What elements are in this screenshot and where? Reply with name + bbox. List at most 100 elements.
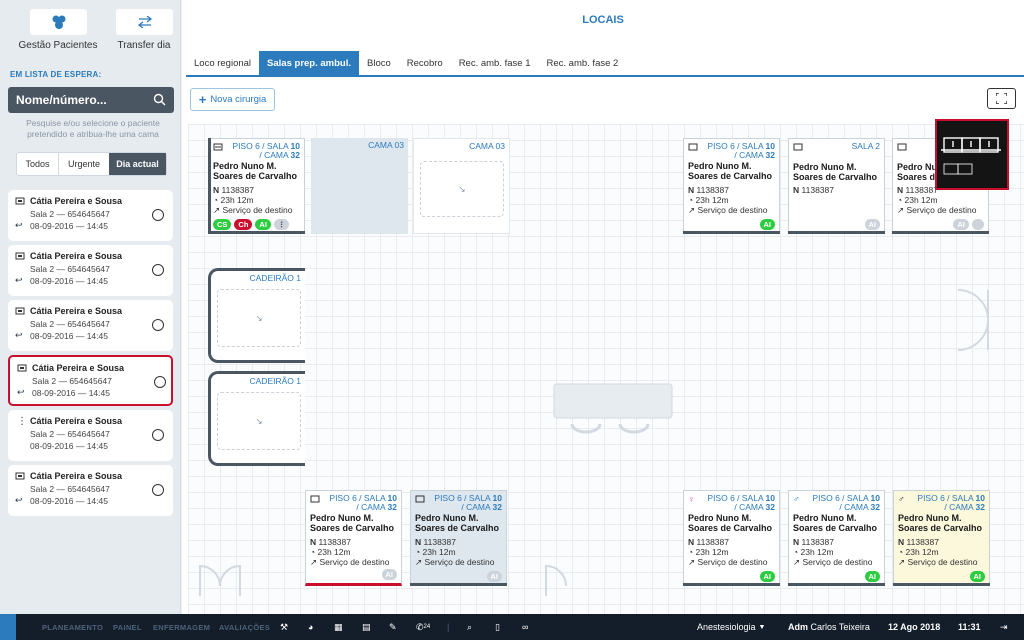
floor-plan: PISO 6 / SALA 10 / CAMA 32 Pedro Nuno M.… [188, 124, 1024, 614]
bed-icon [897, 143, 907, 151]
drop-zone[interactable]: ↘ [420, 161, 504, 217]
time-value: 23h 12m [695, 547, 729, 557]
transfer-dia-label: Transfer dia [117, 40, 171, 51]
reply-icon[interactable]: ↩ [15, 495, 23, 506]
nav-painel[interactable]: PAINEL [113, 614, 142, 640]
number-value: 1138387 [801, 537, 834, 547]
chart-pie-icon[interactable]: ◕ [308, 614, 313, 640]
filter-dia-actual[interactable]: Dia actual [109, 153, 166, 175]
link-icon[interactable]: ∞ [522, 614, 528, 640]
nav-planeamento[interactable]: PLANEAMENTO [42, 614, 103, 640]
tab-recobro[interactable]: Recobro [399, 51, 451, 75]
bed-card[interactable]: PISO 6 / SALA 10 / CAMA 32 Pedro Nuno M.… [208, 138, 305, 234]
drop-zone[interactable]: ↘ [217, 392, 301, 450]
waiting-patient-card[interactable]: ↩ Cátia Pereira e Sousa Sala 2 — 654645647… [8, 300, 173, 351]
select-radio[interactable] [152, 319, 164, 331]
nova-cirurgia-button[interactable]: + Nova cirurgia [190, 88, 275, 111]
destination: ↗ Serviço de destino [688, 205, 767, 216]
patient-name: Pedro Nuno M. Soares de Carvalho [898, 513, 983, 533]
tab-rec-amb-fase-1[interactable]: Rec. amb. fase 1 [451, 51, 539, 75]
select-radio[interactable] [152, 429, 164, 441]
wrench-icon[interactable]: ⚒ [280, 614, 288, 640]
bed-card[interactable]: PISO 6 / SALA 10 / CAMA 32 Pedro Nuno M.… [305, 490, 402, 586]
department-select[interactable]: Anestesiologia ▼ [697, 614, 765, 640]
reply-icon[interactable]: ↩ [15, 275, 23, 286]
bed-icon [15, 197, 25, 205]
elapsed-time: ◔ 23h 12m [415, 547, 456, 557]
bed-card[interactable]: ♂ PISO 6 / SALA 10 / CAMA 32 Pedro Nuno … [788, 490, 885, 586]
arrow-icon: ↗ [213, 205, 221, 215]
filter-urgente[interactable]: Urgente [59, 153, 109, 175]
chair-slot[interactable]: CADEIRÃO 1 ↘ [208, 268, 305, 363]
search-icon[interactable]: ⌕ [467, 614, 472, 640]
pill-ai: AI [486, 571, 502, 582]
bed-empty[interactable]: CAMA 03 [311, 138, 408, 234]
bed-empty[interactable]: CAMA 03 ↘ [413, 138, 510, 234]
more-pill[interactable] [971, 219, 984, 230]
n-label: N [688, 185, 695, 195]
nav-enfermagem[interactable]: ENFERMAGEM [153, 614, 210, 640]
clock-icon: ◔ [415, 547, 421, 557]
calendar-grid-icon[interactable]: ▤ [362, 614, 371, 640]
floor-minimap[interactable] [935, 119, 1009, 190]
bed-card[interactable]: SALA 2 Pedro Nuno M. Soares de Carvalho … [788, 138, 885, 234]
patient-room: Sala 2 — 654645647 [30, 319, 110, 329]
reply-icon[interactable]: ↩ [17, 387, 25, 398]
bed-location: PISO 6 / SALA 10 / CAMA 32 [808, 494, 880, 512]
patient-date: 08-09-2016 — 14:45 [30, 441, 108, 451]
calendar-icon[interactable]: ▦ [334, 614, 343, 640]
pill-cs: CS [213, 219, 232, 230]
select-radio[interactable] [152, 264, 164, 276]
pill-ai: AI [953, 219, 969, 230]
pdf-icon[interactable]: ▯ [495, 614, 500, 640]
logout-icon[interactable]: ⇥ [1000, 614, 1008, 640]
fullscreen-button[interactable] [987, 88, 1016, 109]
waiting-patient-card[interactable]: ↩ Cátia Pereira e Sousa Sala 2 — 654645647… [8, 245, 173, 296]
tab-rec-amb-fase-2[interactable]: Rec. amb. fase 2 [539, 51, 627, 75]
tab-loco-regional[interactable]: Loco regional [186, 51, 259, 75]
search-icon[interactable] [153, 93, 166, 106]
filter-todos[interactable]: Todos [17, 153, 59, 175]
select-radio[interactable] [152, 209, 164, 221]
phone-icon[interactable]: ✆ 24 [416, 614, 430, 640]
select-radio[interactable] [152, 484, 164, 496]
drop-zone[interactable]: ↘ [217, 289, 301, 347]
n-label: N [415, 537, 422, 547]
transfer-dia-button[interactable] [116, 9, 173, 35]
bed-card[interactable]: PISO 6 / SALA 10 / CAMA 32 Pedro Nuno M.… [683, 138, 780, 234]
gestao-pacientes-label: Gestão Pacientes [18, 40, 98, 51]
reply-icon[interactable]: ↩ [15, 330, 23, 341]
search-input[interactable]: Nome/número... [8, 87, 174, 113]
select-radio[interactable] [154, 376, 166, 388]
gestao-pacientes-button[interactable] [30, 9, 87, 35]
elapsed-time: ◔ 23h 12m [688, 195, 729, 205]
page-title: LOCAIS [582, 14, 624, 26]
bed-location: PISO 6 / SALA 10 / CAMA 32 [228, 142, 300, 160]
bed-location: PISO 6 / SALA 10 / CAMA 32 [703, 494, 775, 512]
signature-icon[interactable]: ✎ [389, 614, 397, 640]
arrow-icon: ↗ [310, 557, 318, 567]
waiting-patient-card[interactable]: ↩ Cátia Pereira e Sousa Sala 2 — 654645647… [8, 465, 173, 516]
nav-avaliacoes[interactable]: AVALIAÇÕES [219, 614, 270, 640]
bed-card[interactable]: ♀ PISO 6 / SALA 10 / CAMA 32 Pedro Nuno … [683, 490, 780, 586]
bed-card[interactable]: ♂ PISO 6 / SALA 10 / CAMA 32 Pedro Nuno … [893, 490, 990, 586]
waiting-patient-card[interactable]: ⋮ Cátia Pereira e Sousa Sala 2 — 654645647… [8, 410, 173, 461]
chair-slot[interactable]: CADEIRÃO 1 ↘ [208, 371, 305, 466]
user-info[interactable]: Adm Carlos Teixeira [788, 614, 870, 640]
patient-name: Pedro Nuno M. Soares de Carvalho [415, 513, 500, 533]
time-value: 23h 12m [422, 547, 456, 557]
waiting-patient-card[interactable]: ↩ Cátia Pereira e Sousa Sala 2 — 654645647… [8, 355, 173, 406]
more-icon[interactable]: ⋮ [273, 219, 290, 230]
waiting-patient-card[interactable]: ↩ Cátia Pereira e Sousa Sala 2 — 654645647… [8, 190, 173, 241]
bed-label: CAMA 03 [368, 140, 404, 150]
main-panel: LOCAIS Loco regional Salas prep. ambul. … [182, 0, 1024, 614]
patient-name: Cátia Pereira e Sousa [32, 363, 125, 373]
tab-salas-prep-ambul[interactable]: Salas prep. ambul. [259, 51, 359, 75]
chair-label: CADEIRÃO 1 [249, 273, 302, 283]
reply-icon[interactable]: ↩ [15, 220, 23, 231]
drop-arrow-icon: ↘ [255, 415, 263, 426]
n-label: N [688, 537, 695, 547]
bed-card[interactable]: PISO 6 / SALA 10 / CAMA 32 Pedro Nuno M.… [410, 490, 507, 586]
tab-bloco[interactable]: Bloco [359, 51, 399, 75]
more-icon[interactable]: ⋮ [17, 416, 27, 427]
